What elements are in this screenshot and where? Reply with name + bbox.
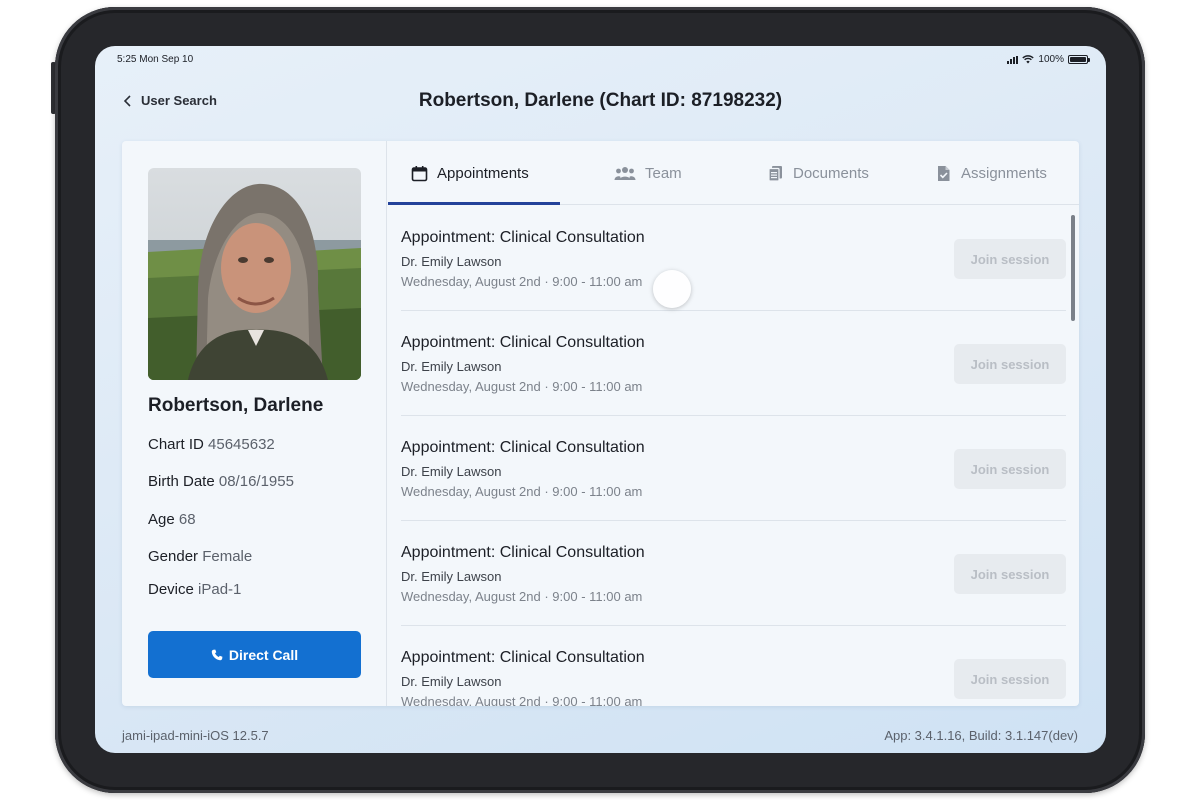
tab-team[interactable]: Team <box>614 141 682 205</box>
battery-percentage: 100% <box>1038 54 1064 65</box>
patient-profile-panel: Robertson, Darlene Chart ID 45645632 Bir… <box>122 141 387 706</box>
appointment-row: Appointment: Clinical Consultation Dr. E… <box>401 416 1066 521</box>
field-value: Female <box>202 548 253 565</box>
detail-panel: Appointments Team Documents Assignments <box>388 141 1079 706</box>
status-bar: 5:25 Mon Sep 10 100% <box>95 46 1106 72</box>
appointment-row: Appointment: Clinical Consultation Dr. E… <box>401 521 1066 626</box>
touch-indicator <box>653 270 691 308</box>
field-birth-date: Birth Date 08/16/1955 <box>148 473 294 490</box>
appointment-title: Appointment: Clinical Consultation <box>401 649 645 666</box>
appointment-row: Appointment: Clinical Consultation Dr. E… <box>401 626 1066 706</box>
tab-appointments[interactable]: Appointments <box>411 141 529 205</box>
field-device: Device iPad-1 <box>148 581 241 598</box>
phone-icon <box>211 649 223 660</box>
appointment-doctor: Dr. Emily Lawson <box>401 464 502 479</box>
page-title: Robertson, Darlene (Chart ID: 87198232) <box>418 90 783 111</box>
calendar-icon <box>411 165 428 181</box>
documents-icon <box>768 165 782 182</box>
people-icon <box>614 166 636 180</box>
tab-documents[interactable]: Documents <box>767 141 869 205</box>
appointment-title: Appointment: Clinical Consultation <box>401 439 645 456</box>
field-chart-id: Chart ID 45645632 <box>148 436 275 453</box>
field-age: Age 68 <box>148 511 196 528</box>
field-label: Gender <box>148 548 199 565</box>
appointment-title: Appointment: Clinical Consultation <box>401 229 645 246</box>
appointment-time: Wednesday, August 2nd · 9:00 - 11:00 am <box>401 274 643 289</box>
wifi-icon <box>1022 55 1035 64</box>
field-label: Birth Date <box>148 473 215 490</box>
status-indicators: 100% <box>1007 54 1090 65</box>
appointment-time: Wednesday, August 2nd · 9:00 - 11:00 am <box>401 484 643 499</box>
appointment-doctor: Dr. Emily Lawson <box>401 674 502 689</box>
field-value: 45645632 <box>208 436 275 453</box>
tab-assignments[interactable]: Assignments <box>935 141 1047 205</box>
app-version: App: 3.4.1.16, Build: 3.1.147(dev) <box>884 728 1078 743</box>
cellular-signal-icon <box>1007 55 1019 64</box>
field-label: Chart ID <box>148 436 204 453</box>
status-time: 5:25 Mon Sep 10 <box>117 54 194 65</box>
appointment-time: Wednesday, August 2nd · 9:00 - 11:00 am <box>401 379 643 394</box>
app-screen: 5:25 Mon Sep 10 100% User Search Roberts… <box>95 46 1106 753</box>
appointment-row: Appointment: Clinical Consultation Dr. E… <box>401 311 1066 416</box>
field-value: 08/16/1955 <box>218 473 294 490</box>
join-session-button[interactable]: Join session <box>954 344 1066 384</box>
tab-label: Appointments <box>437 164 529 182</box>
patient-card: Robertson, Darlene Chart ID 45645632 Bir… <box>122 141 1079 706</box>
assignment-icon <box>938 165 950 181</box>
join-session-button[interactable]: Join session <box>954 554 1066 594</box>
patient-photo <box>148 168 361 380</box>
field-value: iPad-1 <box>198 581 242 598</box>
battery-icon <box>1068 55 1090 64</box>
direct-call-label: Direct Call <box>228 646 299 663</box>
join-session-button[interactable]: Join session <box>954 449 1066 489</box>
appointment-doctor: Dr. Emily Lawson <box>401 359 502 374</box>
appointment-doctor: Dr. Emily Lawson <box>401 569 502 584</box>
appointment-title: Appointment: Clinical Consultation <box>401 544 645 561</box>
device-info: jami-ipad-mini-iOS 12.5.7 <box>122 728 269 743</box>
tab-bar: Appointments Team Documents Assignments <box>388 141 1079 205</box>
tab-label: Assignments <box>961 164 1047 182</box>
tab-label: Team <box>645 164 682 182</box>
join-session-button[interactable]: Join session <box>954 659 1066 699</box>
field-label: Age <box>148 511 175 528</box>
field-label: Device <box>148 581 194 598</box>
appointment-row: Appointment: Clinical Consultation Dr. E… <box>401 206 1066 311</box>
appointment-doctor: Dr. Emily Lawson <box>401 254 502 269</box>
patient-name: Robertson, Darlene <box>148 395 324 416</box>
direct-call-button[interactable]: Direct Call <box>148 631 361 678</box>
field-value: 68 <box>178 511 196 528</box>
appointment-list: Appointment: Clinical Consultation Dr. E… <box>401 206 1066 706</box>
field-gender: Gender Female <box>148 548 252 565</box>
appointment-time: Wednesday, August 2nd · 9:00 - 11:00 am <box>401 694 643 706</box>
list-scrollbar[interactable] <box>1071 215 1075 321</box>
appointment-title: Appointment: Clinical Consultation <box>401 334 645 351</box>
join-session-button[interactable]: Join session <box>954 239 1066 279</box>
tab-label: Documents <box>793 164 869 182</box>
appointment-time: Wednesday, August 2nd · 9:00 - 11:00 am <box>401 589 643 604</box>
active-tab-indicator <box>388 202 560 205</box>
